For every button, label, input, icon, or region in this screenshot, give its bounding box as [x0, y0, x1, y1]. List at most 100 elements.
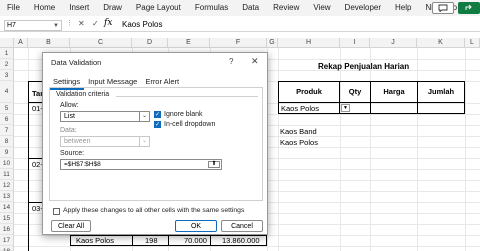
- recap-header-label: Produk: [296, 87, 322, 96]
- data-value: between: [64, 138, 91, 145]
- column-header-c[interactable]: C: [70, 38, 132, 48]
- column-header-g[interactable]: G: [267, 38, 278, 48]
- row-header[interactable]: 7: [0, 125, 14, 136]
- row-header[interactable]: 15: [0, 213, 14, 224]
- column-header-k[interactable]: K: [417, 38, 465, 48]
- apply-all-checkbox[interactable]: [53, 208, 60, 215]
- insert-function-icon[interactable]: fx: [104, 18, 112, 28]
- table-divider: [210, 235, 211, 246]
- recap-header-label: Qty: [348, 87, 362, 96]
- allow-value: List: [64, 113, 75, 120]
- column-header-a[interactable]: A: [14, 38, 28, 48]
- name-box[interactable]: H7 ▼: [4, 20, 62, 31]
- recap-cell-harga[interactable]: [370, 102, 418, 114]
- recap-cell-jumlah[interactable]: [417, 102, 465, 114]
- range-picker-icon[interactable]: ⬆: [208, 161, 220, 168]
- row-header[interactable]: 12: [0, 180, 14, 191]
- column-header-b[interactable]: B: [28, 38, 70, 48]
- row-header[interactable]: 17: [0, 235, 14, 246]
- tab-insert[interactable]: Insert: [62, 0, 96, 16]
- separator-icon: ⋮: [66, 20, 73, 27]
- row-header[interactable]: 10: [0, 158, 14, 169]
- row-header[interactable]: 4: [0, 81, 14, 103]
- column-header-f[interactable]: F: [210, 38, 267, 48]
- clear-all-button[interactable]: Clear All: [51, 220, 91, 232]
- column-header-i[interactable]: I: [340, 38, 370, 48]
- list-item[interactable]: Kaos Band: [280, 126, 317, 137]
- source-input[interactable]: =$H$7:$H$8 ⬆: [60, 159, 222, 170]
- column-header-j[interactable]: J: [370, 38, 417, 48]
- tab-formulas[interactable]: Formulas: [188, 0, 235, 16]
- validation-criteria-label: Validation criteria: [56, 91, 110, 98]
- help-icon[interactable]: ?: [229, 57, 233, 66]
- source-value: =$H$7:$H$8: [64, 161, 101, 168]
- row-header[interactable]: 14: [0, 202, 14, 213]
- gridline: [370, 48, 371, 251]
- column-header-h[interactable]: H: [278, 38, 340, 48]
- dialog-title: Data Validation: [51, 58, 102, 67]
- ok-button[interactable]: OK: [175, 220, 217, 232]
- tab-home[interactable]: Home: [27, 0, 62, 16]
- recap-header-produk: Produk: [278, 81, 340, 103]
- recap-header-jumlah: Jumlah: [417, 81, 465, 103]
- tab-review[interactable]: Review: [266, 0, 306, 16]
- name-box-value: H7: [7, 22, 16, 29]
- product-cell[interactable]: Kaos Polos: [76, 235, 114, 246]
- row-header[interactable]: 13: [0, 191, 14, 202]
- list-item[interactable]: Kaos Polos: [280, 137, 318, 148]
- row-header[interactable]: 2: [0, 59, 14, 70]
- row-header[interactable]: 1: [0, 48, 14, 59]
- data-label: Data:: [60, 127, 77, 134]
- row-header[interactable]: 9: [0, 147, 14, 158]
- tab-page-layout[interactable]: Page Layout: [129, 0, 188, 16]
- recap-title: Rekap Penjualan Harian: [318, 62, 410, 71]
- confirm-entry-icon[interactable]: ✓: [92, 19, 99, 28]
- data-validation-dialog: Data Validation ? ✕ Settings Input Messa…: [42, 52, 268, 235]
- tab-view[interactable]: View: [306, 0, 337, 16]
- tab-data[interactable]: Data: [235, 0, 266, 16]
- share-icon: [465, 4, 472, 10]
- comments-button[interactable]: [432, 2, 454, 14]
- tab-draw[interactable]: Draw: [96, 0, 129, 16]
- formula-input[interactable]: Kaos Polos: [122, 20, 162, 29]
- select-all-corner[interactable]: [0, 38, 14, 48]
- in-cell-dropdown-button[interactable]: ▼: [341, 104, 350, 112]
- row-header[interactable]: 5: [0, 103, 14, 114]
- settings-panel: Validation criteria Allow: List ⌄ ✓ Igno…: [49, 87, 263, 201]
- cancel-button[interactable]: Cancel: [221, 220, 263, 232]
- ignore-blank-checkbox[interactable]: ✓: [154, 111, 161, 118]
- cancel-entry-icon[interactable]: ✕: [78, 19, 85, 28]
- recap-header-qty: Qty: [339, 81, 371, 103]
- row-header[interactable]: 8: [0, 136, 14, 147]
- comment-icon: [438, 4, 448, 12]
- share-button[interactable]: [458, 2, 480, 14]
- chevron-down-icon: ▼: [343, 105, 348, 111]
- tab-file[interactable]: File: [0, 0, 27, 16]
- table-divider: [168, 235, 169, 246]
- tab-developer[interactable]: Developer: [338, 0, 388, 16]
- column-header-l[interactable]: L: [465, 38, 480, 48]
- price-cell[interactable]: 70.000: [184, 235, 207, 246]
- row-header[interactable]: 18: [0, 246, 14, 251]
- column-header-e[interactable]: E: [168, 38, 210, 48]
- close-icon[interactable]: ✕: [251, 56, 259, 67]
- ribbon-tabs: File Home Insert Draw Page Layout Formul…: [0, 0, 480, 16]
- row-header[interactable]: 6: [0, 114, 14, 125]
- in-cell-dropdown-checkbox[interactable]: ✓: [154, 121, 161, 128]
- total-cell[interactable]: 13.860.000: [222, 235, 260, 246]
- formula-bar: H7 ▼ ⋮ ✕ ✓ fx Kaos Polos: [0, 18, 480, 32]
- chevron-down-icon[interactable]: ▼: [53, 21, 59, 31]
- qty-cell[interactable]: 198: [145, 235, 158, 246]
- allow-select[interactable]: List ⌄: [60, 111, 150, 122]
- gridline: [417, 48, 418, 251]
- row-header[interactable]: 16: [0, 224, 14, 235]
- recap-cell-produk[interactable]: Kaos Polos: [278, 102, 340, 114]
- column-header-d[interactable]: D: [132, 38, 168, 48]
- gridline: [278, 48, 279, 251]
- chevron-down-icon: ⌄: [139, 112, 149, 121]
- row-header[interactable]: 3: [0, 70, 14, 81]
- tab-help[interactable]: Help: [388, 0, 418, 16]
- row-header[interactable]: 11: [0, 169, 14, 180]
- table-divider: [132, 235, 133, 246]
- in-cell-dropdown-label: In-cell dropdown: [164, 121, 216, 128]
